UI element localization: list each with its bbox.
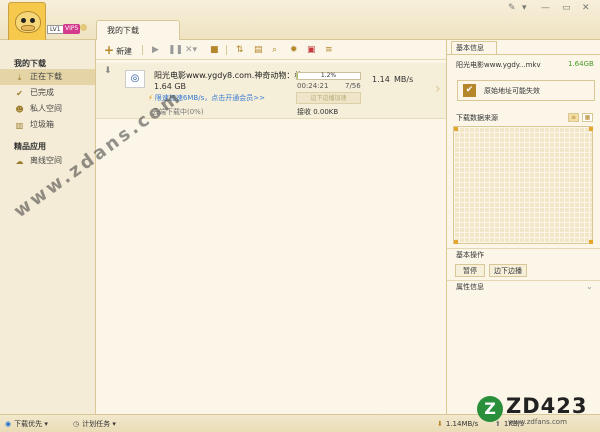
avatar[interactable] [8,2,46,42]
level-badge: LV1 [47,25,64,34]
toolbar: + 新建 ▶ ❚❚ ✕▾ ■ ⇅ ▤ ⌕ ✹ ▣ ≡ [96,40,446,60]
logo-url: www.zdfans.com [508,418,567,426]
address-warning[interactable]: ✔ 原始地址可能失效 [457,80,595,101]
progress-percent: 1.2% [320,72,337,79]
piece-cell [454,127,458,131]
avatar-eye-right [30,18,35,23]
watermark-logo: Z ZD423 www.zdfans.com [472,388,600,432]
sidebar-section-title: 精品应用 [14,142,46,151]
grid-view-icon[interactable]: ≡ [568,113,579,122]
new-task-button[interactable]: + 新建 [104,44,132,56]
divider [447,280,600,281]
menu-icon[interactable]: ▾ [522,3,527,13]
sidebar-item-label: 已完成 [30,88,54,97]
delete-icon[interactable]: ✕▾ [185,44,197,56]
detail-file-name: 阳光电影www.ygdy...mkv [456,61,541,69]
detail-panel: 基本信息 阳光电影www.ygdy...mkv 1.64GB ✔ 原始地址可能失… [446,40,600,414]
vip-badge[interactable]: VIP5 [63,24,81,34]
elapsed-time: 00:24:21 [297,82,329,90]
sidebar-item-completed[interactable]: ✔ 已完成 [0,85,95,101]
skin-icon[interactable]: ✎ [508,3,516,13]
sidebar-item-label: 垃圾箱 [30,120,54,129]
upload-status: 接收 0.00KB [297,108,339,116]
cloud-icon: ☁ [15,157,24,166]
piece-map [453,126,593,244]
tab-basic-info[interactable]: 基本信息 [451,41,497,55]
piece-cell [589,240,593,244]
pause-button[interactable]: 暂停 [455,264,485,277]
play-icon[interactable]: ▶ [152,44,159,56]
title-bar: LV1 VIP5 我的下载 ✎ ▾ — ▭ ✕ [0,0,600,42]
priority-control[interactable]: ◉ 下载优先 ▾ [5,419,48,429]
logo-icon: Z [477,396,503,422]
address-warning-text: 原始地址可能失效 [484,87,540,95]
settings-icon[interactable]: ✹ [290,44,298,56]
downloading-arrow-icon: ⬇ [104,66,112,76]
play-while-download-button[interactable]: 边下边播 [489,264,527,277]
task-speed-unit: MB/s [394,75,414,84]
shield-icon: ◉ [5,420,12,428]
logo-text: ZD423 [506,394,588,418]
task-speed: 1.14 [372,75,390,84]
trash-icon: ▥ [15,121,24,130]
schedule-control[interactable]: ◷ 计划任务 ▾ [73,419,116,429]
new-task-label: 新建 [116,47,133,56]
source-title: 下载数据来源 [456,114,498,122]
sidebar-item-label: 正在下载 [30,72,62,81]
user-icon: ☻ [15,105,24,114]
download-speed-icon: ⬇ [437,420,443,428]
attr-title: 属性信息 [456,283,484,291]
toolbar-divider [226,45,227,55]
download-icon: ⤓ [17,73,22,82]
play-while-download-button[interactable]: 边下边播加速 [296,92,361,104]
avatar-bill [21,25,35,31]
chevron-down-icon[interactable]: ⌄ [586,282,593,291]
sidebar-item-private[interactable]: ☻ 私人空间 [0,101,95,117]
priority-label: 下载优先 [14,420,43,428]
piece-count: 7/56 [345,82,361,90]
ops-title: 基本操作 [456,251,484,259]
toolbar-divider [142,45,143,55]
task-name: 阳光电影www.ygdy8.com.神奇动物：格... [154,71,310,80]
avatar-eye-left [21,18,26,23]
sidebar-item-label: 离线空间 [30,156,62,165]
sidebar: 我的下载 ⤓ 正在下载 ✔ 已完成 ☻ 私人空间 ▥ 垃圾箱 精品应用 ☁ 离线… [0,40,96,414]
plus-icon: + [104,43,115,57]
sidebar-item-trash[interactable]: ▥ 垃圾箱 [0,117,95,133]
minimize-icon[interactable]: — [541,3,550,13]
tab-my-downloads[interactable]: 我的下载 [96,20,180,41]
info-icon[interactable]: ▤ [254,44,263,56]
sidebar-section-title: 我的下载 [14,59,46,68]
check-icon: ✔ [16,89,23,98]
check-icon: ✔ [463,84,476,97]
sidebar-item-downloading[interactable]: ⤓ 正在下载 [0,69,95,85]
download-status-icon [80,24,87,31]
piece-cell [589,127,593,131]
folder-icon[interactable]: ■ [210,44,219,56]
sort-icon[interactable]: ⇅ [236,44,244,56]
search-icon[interactable]: ⌕ [272,44,277,56]
schedule-label: 计划任务 [82,420,111,428]
sidebar-item-label: 私人空间 [30,104,62,113]
piece-cell [454,240,458,244]
clock-icon: ◷ [73,420,80,428]
progress-bar: 1.2% [296,72,361,80]
list-view-icon[interactable]: ▦ [582,113,593,122]
pause-icon[interactable]: ❚❚ [168,44,183,56]
maximize-icon[interactable]: ▭ [562,3,571,13]
collapse-icon[interactable]: ≡ [325,44,333,56]
vip-icon[interactable]: ▣ [307,44,316,56]
chevron-right-icon[interactable]: › [435,81,441,97]
file-type-icon: ◎ [125,70,145,88]
divider [447,248,600,249]
close-icon[interactable]: ✕ [582,3,590,13]
detail-file-size: 1.64GB [568,60,594,68]
